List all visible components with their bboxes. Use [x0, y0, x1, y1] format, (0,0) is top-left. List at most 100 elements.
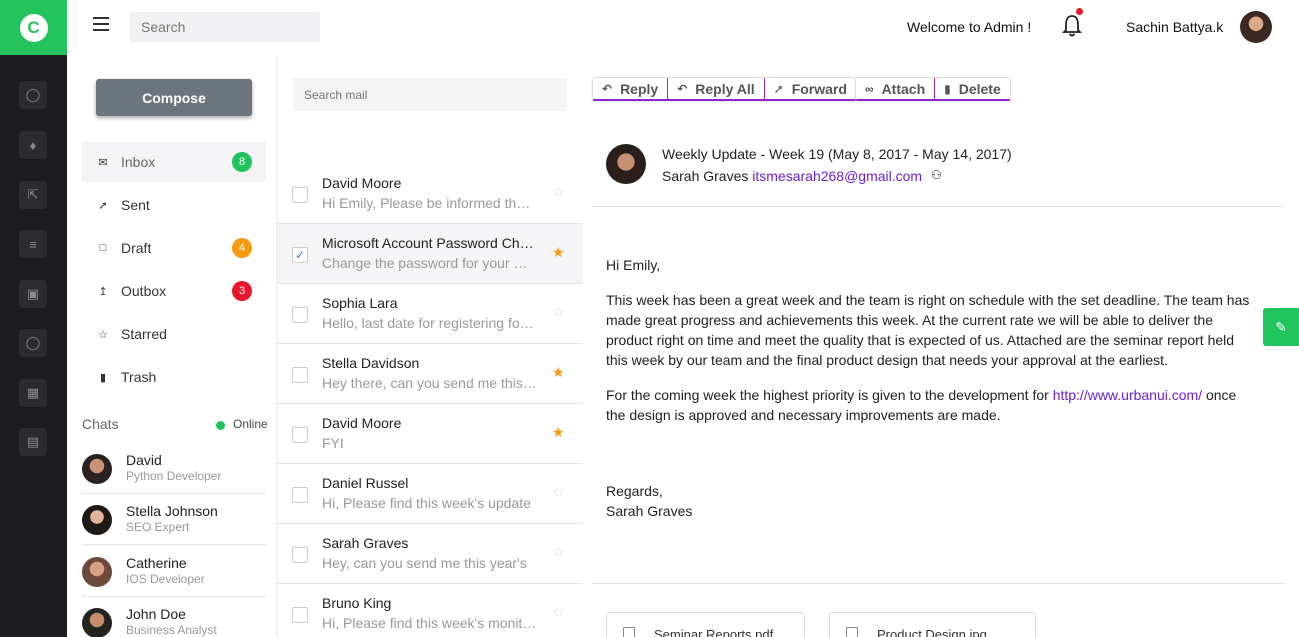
- folder-trash[interactable]: ▮ Trash: [82, 357, 266, 397]
- mail-sender: David Moore: [322, 415, 402, 431]
- chat-item[interactable]: Catherine IOS Developer: [82, 547, 266, 597]
- logo[interactable]: C: [0, 0, 67, 55]
- compose-button[interactable]: Compose: [96, 79, 252, 116]
- star-filled-icon[interactable]: ★: [552, 364, 565, 381]
- mail-checkbox[interactable]: [292, 367, 308, 383]
- star-filled-icon[interactable]: ★: [552, 244, 565, 261]
- folder-label: Draft: [121, 240, 152, 256]
- file-icon: [846, 627, 858, 637]
- menu-icon[interactable]: [93, 17, 109, 31]
- list-icon[interactable]: ≡: [19, 230, 47, 258]
- star-icon[interactable]: ☆: [552, 484, 565, 501]
- chat-item[interactable]: Stella Johnson SEO Expert: [82, 495, 266, 545]
- cart-icon[interactable]: ▤: [19, 428, 47, 456]
- avatar: [82, 557, 112, 587]
- trash-icon: ▮: [99, 371, 107, 384]
- mail-checkbox-checked[interactable]: ✓: [292, 247, 308, 263]
- chat-item[interactable]: John Doe Business Analyst: [82, 598, 266, 637]
- mail-item[interactable]: Bruno King Hi, Please find this week's m…: [277, 584, 583, 637]
- folder-outbox[interactable]: ↥ Outbox 3: [82, 271, 266, 311]
- header-divider: [592, 206, 1285, 207]
- inbox-count-badge: 8: [232, 152, 252, 172]
- reply-label: Reply: [620, 80, 659, 97]
- mail-item[interactable]: ✓ Microsoft Account Password Change Chan…: [277, 224, 583, 284]
- sender-email[interactable]: itsmesarah268@gmail.com: [752, 168, 922, 184]
- mail-greeting: Hi Emily,: [606, 257, 661, 273]
- chat-role: Python Developer: [126, 469, 222, 483]
- paperclip-icon: ∞: [865, 81, 874, 96]
- mail-signature: Sarah Graves: [606, 503, 693, 519]
- lock-icon[interactable]: ▣: [19, 280, 47, 308]
- mail-item[interactable]: Sophia Lara Hello, last date for registe…: [277, 284, 583, 344]
- attachment-item[interactable]: Product Design.jpg: [829, 612, 1036, 637]
- mail-item[interactable]: David Moore Hi Emily, Please be informed…: [277, 164, 583, 224]
- compass-icon[interactable]: ◯: [19, 329, 47, 357]
- chat-role: IOS Developer: [126, 572, 205, 586]
- reply-all-icon: ↶: [677, 81, 688, 96]
- chats-title: Chats: [82, 416, 119, 432]
- folder-draft[interactable]: □ Draft 4: [82, 228, 266, 268]
- star-icon[interactable]: ☆: [552, 184, 565, 201]
- attach-button[interactable]: ∞ Attach: [856, 78, 936, 99]
- mail-paragraph: For the coming week the highest priority…: [606, 385, 1256, 425]
- mail-checkbox[interactable]: [292, 607, 308, 623]
- mail-sender: Microsoft Account Password Change: [322, 235, 538, 251]
- mail-item[interactable]: Sarah Graves Hey, can you send me this y…: [277, 524, 583, 584]
- forward-button[interactable]: ➚ Forward: [764, 78, 856, 99]
- reply-button[interactable]: ↶ Reply: [593, 78, 669, 99]
- delete-label: Delete: [958, 80, 1001, 97]
- mail-search-input[interactable]: [293, 78, 567, 111]
- widgets-icon[interactable]: ▦: [19, 379, 47, 407]
- chat-item[interactable]: David Python Developer: [82, 444, 266, 494]
- folder-inbox[interactable]: ✉ Inbox 8: [82, 142, 266, 182]
- star-icon[interactable]: ☆: [552, 544, 565, 561]
- mail-sender: Sarah Graves: [322, 535, 409, 551]
- mail-checkbox[interactable]: [292, 427, 308, 443]
- star-icon[interactable]: ☆: [552, 304, 565, 321]
- expand-icon[interactable]: ⇱: [19, 181, 47, 209]
- mail-item[interactable]: David Moore FYI ★: [277, 404, 583, 464]
- mail-preview: FYI: [322, 435, 344, 451]
- sender-name: Sarah Graves: [662, 168, 749, 184]
- user-name[interactable]: Sachin Battya.k: [1126, 19, 1223, 35]
- avatar: [82, 505, 112, 535]
- mail-item[interactable]: Daniel Russel Hi, Please find this week'…: [277, 464, 583, 524]
- attach-actions-group: ∞ Attach ▮ Delete: [855, 77, 1011, 101]
- icon-rail: C ◯ ♦ ⇱ ≡ ▣ ◯ ▦ ▤: [0, 0, 67, 637]
- folder-starred[interactable]: ☆ Starred: [82, 314, 266, 354]
- attachment-item[interactable]: Seminar Reports.pdf: [606, 612, 805, 637]
- bell-icon[interactable]: [1062, 14, 1082, 38]
- reply-icon: ↶: [602, 81, 613, 96]
- star-filled-icon[interactable]: ★: [552, 424, 565, 441]
- search-input[interactable]: [130, 12, 320, 42]
- mail-checkbox[interactable]: [292, 487, 308, 503]
- mail-paragraph: This week has been a great week and the …: [606, 292, 1250, 368]
- attachment-name: Seminar Reports.pdf: [654, 627, 774, 637]
- mail-item[interactable]: Stella Davidson Hey there, can you send …: [277, 344, 583, 404]
- folder-label: Inbox: [121, 154, 156, 170]
- mail-regards: Regards,: [606, 483, 663, 499]
- mail-link[interactable]: http://www.urbanui.com/: [1053, 387, 1202, 403]
- mail-checkbox[interactable]: [292, 547, 308, 563]
- mail-sender: Sophia Lara: [322, 295, 398, 311]
- avatar[interactable]: [1240, 11, 1272, 43]
- theme-settings-icon[interactable]: ✎: [1263, 308, 1299, 346]
- star-icon[interactable]: ☆: [552, 604, 565, 621]
- mail-list: David Moore Hi Emily, Please be informed…: [276, 55, 583, 637]
- mail-preview: Hey there, can you send me this year's: [322, 375, 538, 391]
- forward-label: Forward: [791, 80, 847, 97]
- draft-icon: □: [99, 242, 107, 254]
- reply-all-button[interactable]: ↶ Reply All: [668, 78, 765, 99]
- mail-checkbox[interactable]: [292, 187, 308, 203]
- mail-checkbox[interactable]: [292, 307, 308, 323]
- outbox-count-badge: 3: [232, 281, 252, 301]
- puzzle-icon[interactable]: ♦: [19, 131, 47, 159]
- avatar: [82, 608, 112, 637]
- folder-label: Outbox: [121, 283, 167, 299]
- folder-sent[interactable]: ➚ Sent: [82, 185, 266, 225]
- chat-name: John Doe: [126, 606, 186, 622]
- delete-button[interactable]: ▮ Delete: [935, 78, 1010, 99]
- notification-dot: [1076, 8, 1083, 15]
- compass-icon[interactable]: ◯: [19, 81, 47, 109]
- online-status-dot: [216, 421, 225, 430]
